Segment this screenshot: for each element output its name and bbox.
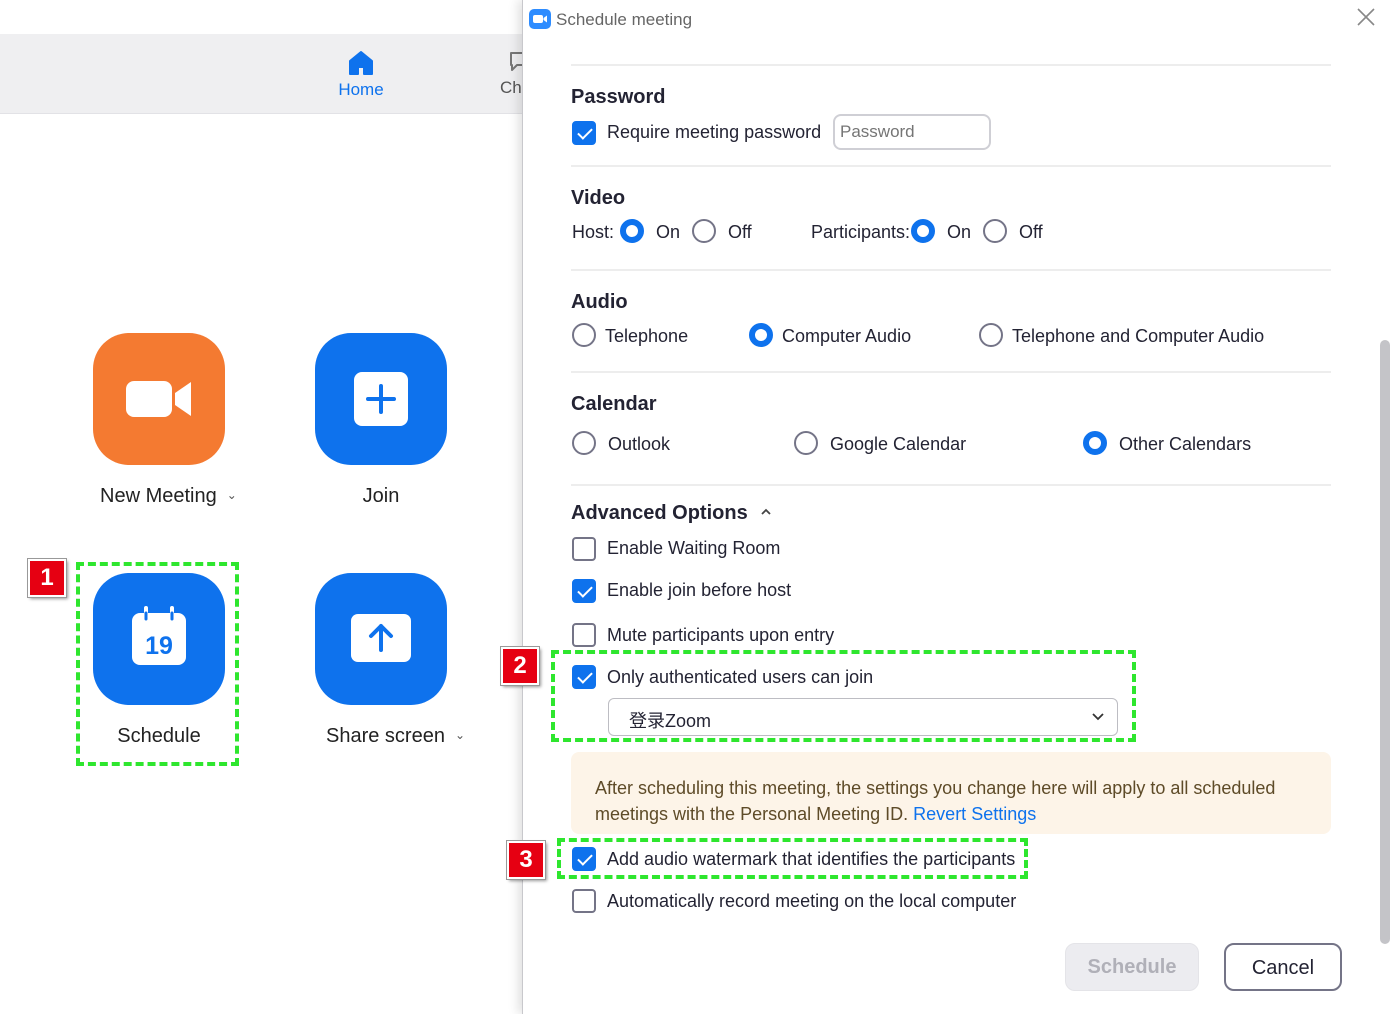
video-host-off-radio[interactable]	[692, 219, 716, 243]
mute-on-entry-label[interactable]: Mute participants upon entry	[607, 625, 834, 646]
schedule-button[interactable]: Schedule	[1065, 943, 1199, 991]
upload-arrow-icon	[351, 614, 411, 662]
calendar-google-radio[interactable]	[794, 431, 818, 455]
auto-record-checkbox[interactable]	[572, 889, 596, 913]
divider	[571, 165, 1331, 167]
home-nav-bar: Home Ch	[0, 34, 530, 114]
share-screen-tile[interactable]	[315, 573, 447, 705]
video-host-on-radio[interactable]	[620, 219, 644, 243]
divider	[571, 64, 1331, 66]
video-participants-on-label[interactable]: On	[947, 222, 971, 243]
audio-heading: Audio	[571, 291, 628, 313]
highlight-box-schedule	[76, 562, 239, 766]
nav-chat-label: Ch	[500, 78, 522, 97]
dialog-titlebar: Schedule meeting	[523, 0, 1396, 38]
audio-telephone-label[interactable]: Telephone	[605, 326, 688, 347]
highlight-box-watermark	[557, 838, 1028, 879]
chevron-down-icon[interactable]: ⌄	[455, 728, 465, 742]
new-meeting-tile[interactable]	[93, 333, 225, 465]
nav-tab-home[interactable]: Home	[328, 50, 394, 100]
share-screen-label[interactable]: Share screen ⌄	[326, 725, 465, 748]
plus-icon	[354, 372, 408, 426]
highlight-box-authenticated	[551, 650, 1136, 742]
require-password-checkbox[interactable]	[572, 121, 596, 145]
calendar-outlook-radio[interactable]	[572, 431, 596, 455]
divider	[571, 371, 1331, 373]
join-before-host-label[interactable]: Enable join before host	[607, 580, 791, 601]
calendar-outlook-label[interactable]: Outlook	[608, 434, 670, 455]
audio-computer-radio[interactable]	[749, 323, 773, 347]
calendar-other-label[interactable]: Other Calendars	[1119, 434, 1251, 455]
join-label: Join	[362, 485, 400, 507]
dialog-title: Schedule meeting	[556, 10, 693, 29]
auto-record-label[interactable]: Automatically record meeting on the loca…	[607, 891, 1016, 912]
video-camera-icon	[126, 381, 191, 417]
audio-telephone-radio[interactable]	[572, 323, 596, 347]
chevron-up-icon	[761, 508, 771, 515]
video-participants-off-radio[interactable]	[983, 219, 1007, 243]
advanced-options-heading: Advanced Options	[571, 502, 748, 524]
nav-home-label: Home	[338, 80, 384, 99]
calendar-google-label[interactable]: Google Calendar	[830, 434, 966, 455]
dialog-scrollbar[interactable]	[1379, 36, 1391, 1014]
video-participants-label: Participants:	[811, 222, 911, 242]
audio-both-radio[interactable]	[979, 323, 1003, 347]
video-heading: Video	[571, 187, 626, 209]
zoom-app-icon	[529, 9, 551, 29]
chevron-down-icon[interactable]: ⌄	[227, 488, 237, 502]
cancel-button[interactable]: Cancel	[1224, 943, 1342, 991]
join-before-host-checkbox[interactable]	[572, 579, 596, 603]
password-input[interactable]	[833, 114, 991, 150]
marker-1: 1	[28, 559, 66, 597]
new-meeting-label[interactable]: New Meeting ⌄	[100, 485, 237, 508]
waiting-room-checkbox[interactable]	[572, 537, 596, 561]
video-participants-off-label[interactable]: Off	[1019, 222, 1043, 243]
mute-on-entry-checkbox[interactable]	[572, 623, 596, 647]
video-host-off-label[interactable]: Off	[728, 222, 752, 243]
revert-settings-link[interactable]: Revert Settings	[913, 804, 1036, 824]
marker-3: 3	[507, 841, 545, 879]
video-host-on-label[interactable]: On	[656, 222, 680, 243]
calendar-other-radio[interactable]	[1083, 431, 1107, 455]
marker-2: 2	[501, 647, 539, 685]
video-participants-on-radio[interactable]	[911, 219, 935, 243]
require-password-label[interactable]: Require meeting password	[607, 122, 821, 143]
divider	[571, 269, 1331, 271]
calendar-heading: Calendar	[571, 393, 657, 415]
advanced-options-toggle[interactable]: Advanced Options	[571, 502, 773, 525]
settings-notice: After scheduling this meeting, the setti…	[571, 752, 1331, 834]
audio-computer-label[interactable]: Computer Audio	[782, 326, 911, 347]
password-heading: Password	[571, 86, 666, 108]
waiting-room-label[interactable]: Enable Waiting Room	[607, 538, 780, 559]
divider	[571, 484, 1331, 486]
scrollbar-thumb[interactable]	[1380, 340, 1390, 944]
home-icon	[349, 51, 373, 75]
audio-both-label[interactable]: Telephone and Computer Audio	[1012, 326, 1264, 347]
join-tile[interactable]	[315, 333, 447, 465]
video-host-label: Host:	[572, 222, 615, 242]
close-icon[interactable]	[1355, 6, 1377, 28]
